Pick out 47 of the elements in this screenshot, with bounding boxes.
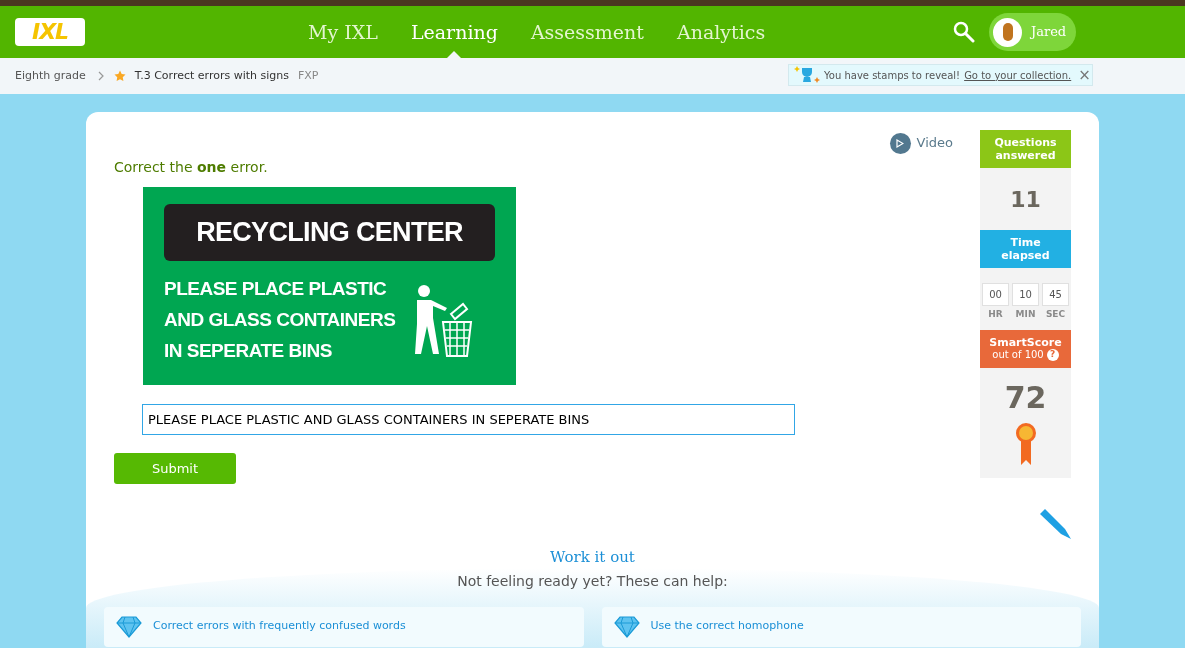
skill-link[interactable]: Use the correct homophone	[650, 618, 804, 635]
submit-button[interactable]: Submit	[114, 453, 236, 484]
sign-text-line: PLEASE PLACE PLASTIC	[164, 277, 388, 301]
help-subtitle: Not feeling ready yet? These can help:	[457, 571, 728, 591]
video-button[interactable]: Video	[889, 130, 953, 156]
search-icon[interactable]	[953, 21, 975, 43]
diamond-icon	[116, 615, 142, 638]
question-prompt: Correct the one error.	[114, 158, 269, 177]
nav-tab[interactable]: Analytics	[677, 6, 766, 58]
smartscore-subtitle: out of 100	[992, 349, 1044, 361]
work-it-out-heading: Work it out	[550, 547, 635, 568]
notice-text: You have stamps to reveal!	[824, 68, 961, 83]
sign-text-line: IN SEPERATE BINS	[164, 339, 333, 363]
ribbon-medal-icon	[1014, 421, 1037, 466]
play-icon	[889, 132, 911, 154]
sign-title: RECYCLING CENTER	[164, 204, 495, 261]
breadcrumb-link[interactable]: Eighth grade	[15, 67, 86, 85]
timer-value: 45	[1042, 283, 1069, 306]
timer-value: 10	[1012, 283, 1039, 306]
skill-link[interactable]: Correct errors with frequently confused words	[153, 618, 406, 635]
star-icon	[113, 70, 126, 82]
smartscore-value: 72	[1004, 378, 1047, 417]
timer-unit: SEC	[1045, 308, 1066, 321]
diamond-icon	[613, 615, 640, 638]
help-icon[interactable]: ?	[1046, 349, 1059, 361]
user-menu-button[interactable]: Jared	[989, 13, 1076, 51]
skill-title: T.3 Correct errors with signs	[134, 67, 289, 84]
skill-code: FXP	[297, 67, 319, 84]
questions-count: 11	[1010, 185, 1041, 214]
avatar-icon	[993, 17, 1022, 47]
timer-unit: MIN	[1015, 308, 1036, 321]
timer-unit: HR	[988, 308, 1003, 321]
chevron-right-icon	[96, 71, 105, 81]
suggested-skill-card[interactable]: Correct errors with frequently confused words	[104, 606, 584, 647]
collection-link[interactable]: Go to your collection.	[964, 67, 1072, 83]
timer-value: 00	[982, 283, 1009, 306]
answer-field[interactable]: PLEASE PLACE PLASTIC AND GLASS CONTAINERS IN SEPERATE BINS	[142, 404, 795, 435]
sign-text-line: AND GLASS CONTAINERS	[164, 308, 396, 332]
nav-tab[interactable]: Assessment	[530, 6, 644, 58]
close-button[interactable]: ×	[1078, 67, 1091, 83]
suggested-skill-card[interactable]: Use the correct homophone	[601, 606, 1081, 647]
time-elapsed-header: Time elapsed	[980, 230, 1071, 268]
smartscore-label: SmartScore	[989, 336, 1062, 349]
pencil-icon[interactable]	[1038, 508, 1072, 540]
questions-answered-header: Questions answered	[980, 130, 1071, 168]
nav-tab[interactable]: My IXL	[308, 6, 378, 58]
trophy-icon	[793, 65, 821, 85]
